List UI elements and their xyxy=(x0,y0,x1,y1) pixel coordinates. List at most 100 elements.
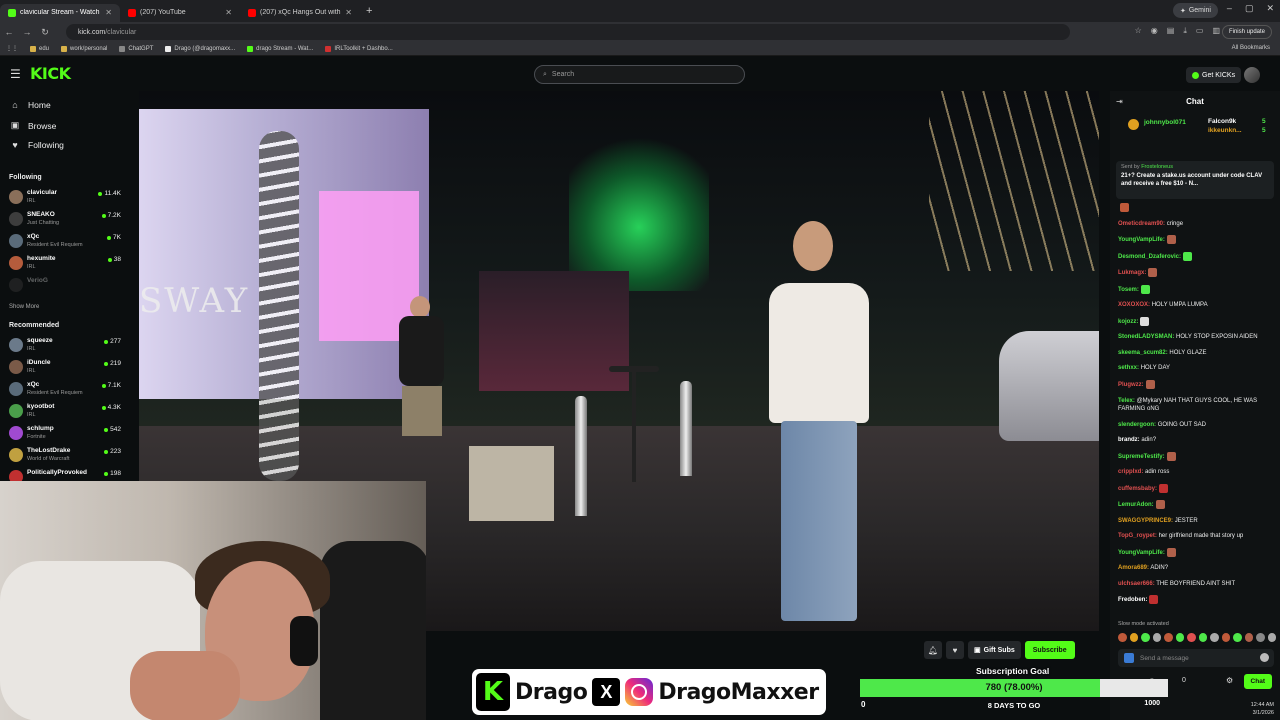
all-bookmarks-link[interactable]: All Bookmarks xyxy=(1232,45,1270,51)
chat-username[interactable]: XOXOXOX: xyxy=(1118,302,1150,308)
bookmark-item[interactable]: ChatGPT xyxy=(119,45,153,52)
chat-username[interactable]: slendergoon: xyxy=(1118,422,1156,428)
get-kicks-button[interactable]: Get KICKs xyxy=(1186,67,1242,83)
bookmark-item[interactable]: edu xyxy=(30,45,49,52)
bookmark-star-icon[interactable]: ☆ xyxy=(1135,26,1142,36)
chat-message[interactable]: StonedLADYSMAN: HOLY STOP EXPOSIN AIDEN xyxy=(1118,333,1276,342)
quick-emote-icon[interactable] xyxy=(1129,633,1138,642)
chat-username[interactable]: cuffemsbaby: xyxy=(1118,486,1157,492)
chat-message[interactable]: cripplxd: adin ross xyxy=(1118,468,1276,477)
quick-emote-icon[interactable] xyxy=(1210,633,1219,642)
tab-close-icon[interactable]: ✕ xyxy=(105,8,112,17)
show-more-link[interactable]: Show More xyxy=(9,304,39,310)
forward-icon[interactable]: → xyxy=(18,27,36,37)
browser-tab[interactable]: (207) YouTube ✕ xyxy=(120,4,240,22)
menu-icon[interactable]: ☰ xyxy=(10,67,21,81)
sidebar-nav-browse[interactable]: ▣ Browse xyxy=(10,120,57,131)
new-tab-button[interactable]: + xyxy=(360,5,378,17)
quick-emote-icon[interactable] xyxy=(1118,633,1127,642)
chat-message[interactable]: YoungVampLife: xyxy=(1118,235,1276,245)
chat-message[interactable]: TopG_roypet: her girlfriend made that st… xyxy=(1118,532,1276,541)
chat-username[interactable]: Ometicdream90: xyxy=(1118,221,1165,227)
bookmark-item[interactable]: IRLToolkit + Dashbo... xyxy=(325,45,393,52)
gifter-name[interactable]: johnnybol071 xyxy=(1144,119,1186,126)
sidebar-channel[interactable]: xQc Resident Evil Requiem 7K xyxy=(9,232,121,254)
maximize-icon[interactable]: ▢ xyxy=(1245,3,1254,14)
quick-emote-icon[interactable] xyxy=(1233,633,1242,642)
chat-message[interactable]: Lukmagx: xyxy=(1118,268,1276,278)
chat-message[interactable] xyxy=(1118,203,1276,213)
minimize-icon[interactable]: – xyxy=(1227,3,1232,14)
tab-close-icon[interactable]: ✕ xyxy=(345,8,352,17)
chat-username[interactable]: LemurAdon: xyxy=(1118,502,1154,508)
quick-emote-icon[interactable] xyxy=(1187,633,1196,642)
chat-message[interactable]: Fredoben: xyxy=(1118,595,1276,605)
follow-heart-icon[interactable]: ♥ xyxy=(946,641,964,659)
chat-username[interactable]: TopG_roypet: xyxy=(1118,533,1157,539)
chat-username[interactable]: YoungVampLife: xyxy=(1118,550,1165,556)
chat-username[interactable]: ulchsaer666: xyxy=(1118,581,1155,587)
chat-message[interactable]: Tosem: xyxy=(1118,284,1276,295)
chat-username[interactable]: Tosem: xyxy=(1118,287,1139,293)
quick-emote-icon[interactable] xyxy=(1244,633,1253,642)
chat-message[interactable]: Desmond_Dzaferovic: xyxy=(1118,251,1276,262)
quick-emote-icon[interactable] xyxy=(1198,633,1207,642)
apps-icon[interactable]: ⋮⋮ xyxy=(6,45,18,52)
tab-close-icon[interactable]: ✕ xyxy=(225,8,232,17)
chat-username[interactable]: Telex: xyxy=(1118,398,1135,404)
gift-subs-button[interactable]: ▣ Gift Subs xyxy=(968,641,1021,659)
chat-message[interactable]: brandz: adin? xyxy=(1118,436,1276,445)
chat-username[interactable]: Desmond_Dzaferovic: xyxy=(1118,254,1181,260)
reload-icon[interactable]: ↻ xyxy=(36,27,54,38)
user-avatar[interactable] xyxy=(1244,67,1260,83)
download-icon[interactable]: ⤓ xyxy=(1183,26,1187,36)
chat-message[interactable]: sethxx: HOLY DAY xyxy=(1118,364,1276,373)
notification-bell-icon[interactable]: 🔔︎ xyxy=(924,641,942,659)
chat-message[interactable]: Amora689: ADIN? xyxy=(1118,564,1276,573)
chat-username[interactable]: kojozz: xyxy=(1118,319,1138,325)
quick-emote-icon[interactable] xyxy=(1141,633,1150,642)
quick-emote-icon[interactable] xyxy=(1164,633,1173,642)
sidebar-channel[interactable]: hexumite IRL 38 xyxy=(9,254,121,276)
sidebar-nav-following[interactable]: ♥ Following xyxy=(10,140,64,150)
gifter-name[interactable]: Falcon9k xyxy=(1208,118,1236,125)
chat-message[interactable]: XOXOXOX: HOLY UMPA LUMPA xyxy=(1118,301,1276,310)
chat-message[interactable]: skeema_scum82: HOLY GLAZE xyxy=(1118,349,1276,358)
chat-username[interactable]: Lukmagx: xyxy=(1118,270,1146,276)
pinned-message[interactable]: Sent by Frosteloneus 21+? Create a stake… xyxy=(1116,161,1274,199)
chat-message[interactable]: kojozz: xyxy=(1118,316,1276,327)
sidebar-channel[interactable]: xQc Resident Evil Requiem 7.1K xyxy=(9,380,121,402)
sidebar-channel[interactable]: iDuncle IRL 219 xyxy=(9,358,121,380)
extension-icon[interactable]: ◉ xyxy=(1151,26,1158,36)
quick-emote-icon[interactable] xyxy=(1221,633,1230,642)
chat-message[interactable]: Telex: @Mykary NAH THAT GUYS COOL, HE WA… xyxy=(1118,397,1276,414)
screen-icon[interactable]: ▭ xyxy=(1196,26,1204,36)
kick-logo[interactable]: KICK xyxy=(30,64,71,83)
sidebar-channel[interactable]: TheLostDrake World of Warcraft 223 xyxy=(9,446,121,468)
finish-update-button[interactable]: Finish update xyxy=(1221,25,1272,39)
chat-username[interactable]: StonedLADYSMAN: xyxy=(1118,334,1174,340)
chat-username[interactable]: SWAGGYPRINCE9: xyxy=(1118,518,1173,524)
gifter-name[interactable]: ikkeunkn... xyxy=(1208,127,1242,134)
chat-message[interactable]: Plugwzz: xyxy=(1118,379,1276,390)
subscribe-button[interactable]: Subscribe xyxy=(1024,641,1075,659)
collapse-chat-icon[interactable]: ⇥ xyxy=(1116,91,1123,113)
chat-message[interactable]: SWAGGYPRINCE9: JESTER xyxy=(1118,517,1276,526)
chat-message[interactable]: slendergoon: GOING OUT SAD xyxy=(1118,421,1276,430)
chat-message[interactable]: SupremeTestify: xyxy=(1118,451,1276,462)
sidebar-channel[interactable]: kyootbot IRL 4.3K xyxy=(9,402,121,424)
bookmark-item[interactable]: work/personal xyxy=(61,45,107,52)
quick-emote-icon[interactable] xyxy=(1267,633,1276,642)
chat-message[interactable]: cuffemsbaby: xyxy=(1118,483,1276,494)
puzzle-icon[interactable]: ▤ xyxy=(1167,26,1175,36)
chat-message[interactable]: Ometicdream90: cringe xyxy=(1118,220,1276,229)
emoji-picker-icon[interactable] xyxy=(1260,653,1269,662)
sidebar-channel[interactable]: clavicular IRL 11.4K xyxy=(9,188,121,210)
settings-icon[interactable]: ⚙ xyxy=(1226,676,1233,685)
chat-message[interactable]: YoungVampLife: xyxy=(1118,547,1276,558)
browser-tab[interactable]: clavicular Stream - Watch L ✕ xyxy=(0,3,120,22)
close-icon[interactable]: ✕ xyxy=(1266,3,1274,14)
bookmark-item[interactable]: Drago (@dragomaxx... xyxy=(165,45,235,52)
gemini-button[interactable]: ✦ Gemini xyxy=(1172,3,1218,18)
sidebar-nav-home[interactable]: ⌂ Home xyxy=(10,100,50,110)
